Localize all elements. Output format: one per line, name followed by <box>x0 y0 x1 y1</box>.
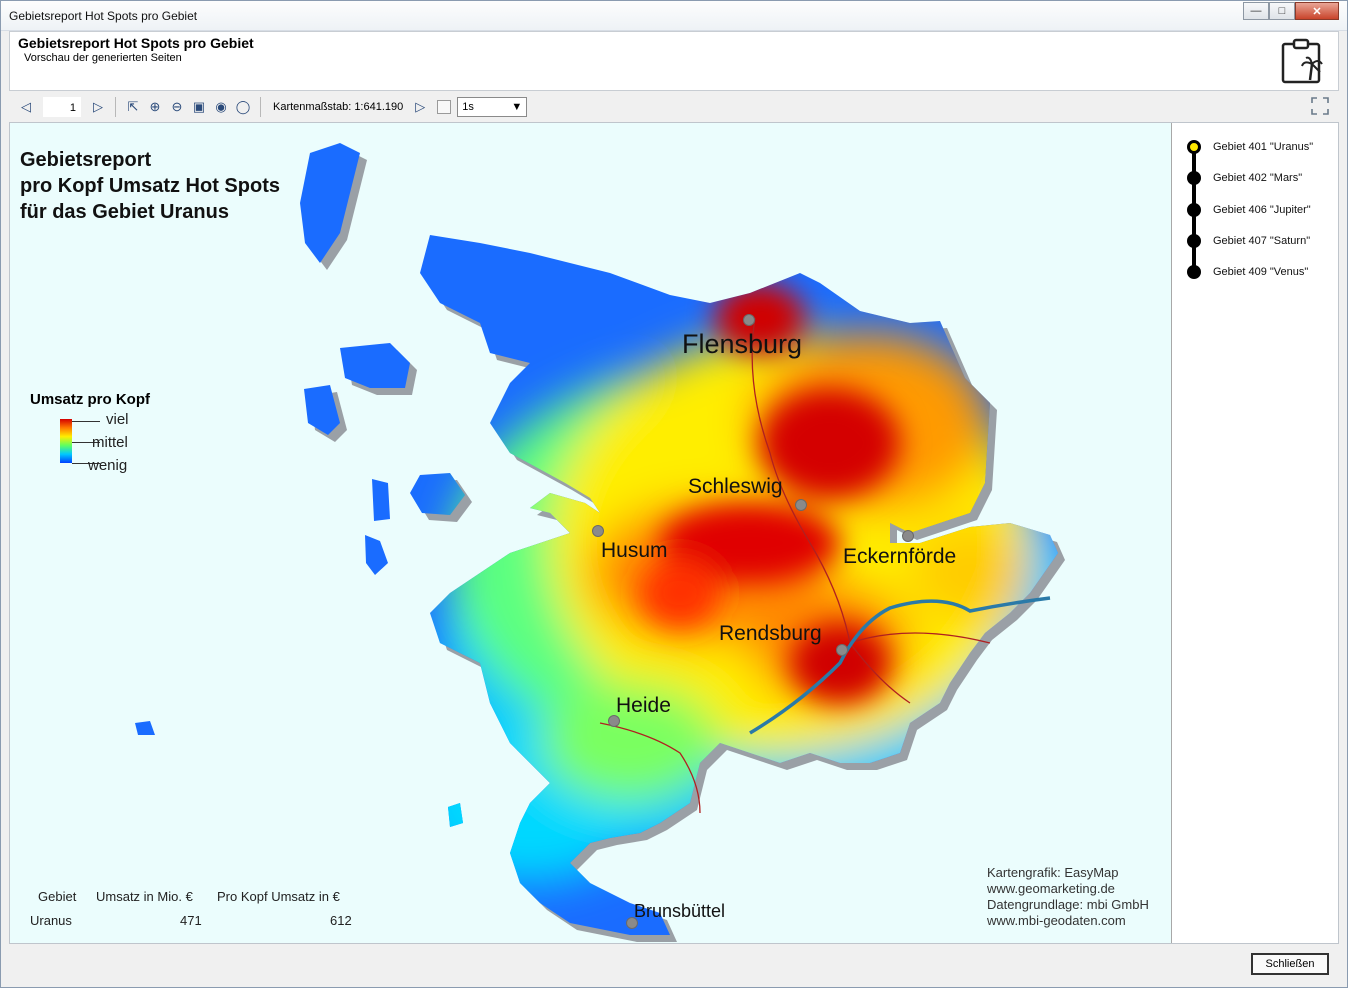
city-marker <box>743 314 755 326</box>
zoom-in-icon[interactable]: ⊕ <box>144 96 166 118</box>
timeline-bullet <box>1187 171 1201 185</box>
map-title: Gebietsreport pro Kopf Umsatz Hot Spots … <box>20 147 280 225</box>
timeline-bullet-active <box>1187 140 1201 154</box>
chevron-down-icon: ▼ <box>511 100 523 113</box>
fullscreen-icon[interactable] <box>1311 97 1329 115</box>
interval-select[interactable]: 1s ▼ <box>457 96 528 117</box>
header-title: Gebietsreport Hot Spots pro Gebiet <box>18 35 254 51</box>
hotspot-map: Gebietsreport pro Kopf Umsatz Hot Spots … <box>10 123 1172 943</box>
sidebar-item-jupiter[interactable]: Gebiet 406 "Jupiter" <box>1187 203 1311 217</box>
stats-cell-gebiet: Uranus <box>30 913 72 928</box>
city-marker <box>902 530 914 542</box>
center-icon[interactable]: ◉ <box>210 96 232 118</box>
credit-line: Kartengrafik: EasyMap <box>987 865 1119 880</box>
header-subtitle: Vorschau der generierten Seiten <box>24 52 182 64</box>
minimize-icon[interactable]: — <box>1243 2 1269 20</box>
city-marker <box>836 644 848 656</box>
city-label-schleswig: Schleswig <box>688 475 783 498</box>
title-bar: Gebietsreport Hot Spots pro Gebiet — □ ✕ <box>1 1 1347 31</box>
city-label-eckernfoerde: Eckernförde <box>843 545 957 568</box>
refresh-icon[interactable]: ◯ <box>232 96 254 118</box>
sidebar-item-mars[interactable]: Gebiet 402 "Mars" <box>1187 171 1302 185</box>
legend-tick <box>72 421 100 422</box>
legend-label-mid: mittel <box>92 434 128 451</box>
sidebar-item-label: Gebiet 402 "Mars" <box>1213 172 1303 184</box>
prev-page-icon[interactable]: ◁ <box>15 96 37 118</box>
city-label-flensburg: Flensburg <box>682 329 803 359</box>
legend-title: Umsatz pro Kopf <box>30 391 150 408</box>
map-scale-label: Kartenmaßstab: 1:641.190 <box>273 100 404 113</box>
report-header: Gebietsreport Hot Spots pro Gebiet Vorsc… <box>9 31 1339 91</box>
city-label-rendsburg: Rendsburg <box>719 622 822 645</box>
close-icon[interactable]: ✕ <box>1295 2 1339 20</box>
window-title: Gebietsreport Hot Spots pro Gebiet <box>9 9 198 23</box>
sidebar-item-venus[interactable]: Gebiet 409 "Venus" <box>1187 265 1308 279</box>
next-page-icon[interactable]: ▷ <box>87 96 109 118</box>
city-marker <box>795 499 807 511</box>
credit-line: www.mbi-geodaten.com <box>987 913 1126 928</box>
city-label-heide: Heide <box>616 694 671 717</box>
zoom-out-icon[interactable]: ⊖ <box>166 96 188 118</box>
stats-header-gebiet: Gebiet <box>38 889 77 904</box>
window-controls: — □ ✕ <box>1243 2 1339 20</box>
sidebar-item-saturn[interactable]: Gebiet 407 "Saturn" <box>1187 234 1310 248</box>
city-marker <box>592 525 604 537</box>
page-list-sidebar: Gebiet 401 "Uranus" Gebiet 402 "Mars" Ge… <box>1173 123 1338 943</box>
dialog-footer: Schließen <box>9 944 1339 984</box>
map-title-line: für das Gebiet Uranus <box>20 201 229 223</box>
page-number-input[interactable]: 1 <box>43 96 81 117</box>
legend-label-low: wenig <box>88 457 128 474</box>
credit-line: Datengrundlage: mbi GmbH <box>987 897 1149 912</box>
interval-value: 1s <box>462 100 474 113</box>
stats-header-prokopf: Pro Kopf Umsatz in € <box>217 889 340 904</box>
legend-label-high: viel <box>106 411 129 428</box>
city-label-husum: Husum <box>601 539 668 562</box>
preview-toolbar: ◁ 1 ▷ ⇱ ⊕ ⊖ ▣ ◉ ◯ Kartenmaßstab: 1:641.1… <box>9 91 1339 122</box>
stats-cell-prokopf: 612 <box>330 913 352 928</box>
sidebar-item-label: Gebiet 407 "Saturn" <box>1213 235 1311 247</box>
city-label-brunsbuettel: Brunsbüttel <box>634 901 726 921</box>
map-legend: Umsatz pro Kopf viel mittel wenig <box>30 391 150 474</box>
toolbar-divider <box>260 96 261 117</box>
toolbar-divider <box>115 96 116 117</box>
map-title-line: Gebietsreport <box>20 149 152 171</box>
stats-header-umsatz: Umsatz in Mio. € <box>96 889 193 904</box>
clipboard-palm-icon <box>1281 38 1323 84</box>
sidebar-item-label: Gebiet 406 "Jupiter" <box>1213 204 1311 216</box>
timeline-bullet <box>1187 265 1201 279</box>
timeline-bullet <box>1187 203 1201 217</box>
stats-cell-umsatz: 471 <box>180 913 202 928</box>
sidebar-item-label: Gebiet 409 "Venus" <box>1213 266 1309 278</box>
preview-content: Gebietsreport pro Kopf Umsatz Hot Spots … <box>9 122 1339 944</box>
zoom-extent-icon[interactable]: ▣ <box>188 96 210 118</box>
credit-line: www.geomarketing.de <box>987 881 1115 896</box>
maximize-icon[interactable]: □ <box>1269 2 1295 20</box>
timeline-bullet <box>1187 234 1201 248</box>
pan-icon[interactable]: ⇱ <box>122 96 144 118</box>
map-title-line: pro Kopf Umsatz Hot Spots <box>20 175 280 197</box>
report-window: Gebietsreport Hot Spots pro Gebiet — □ ✕… <box>0 0 1348 988</box>
map-graphic <box>135 143 1065 942</box>
sidebar-item-uranus[interactable]: Gebiet 401 "Uranus" <box>1187 140 1313 154</box>
map-credits: Kartengrafik: EasyMap www.geomarketing.d… <box>987 865 1149 929</box>
legend-color-bar <box>60 419 72 463</box>
sidebar-item-label: Gebiet 401 "Uranus" <box>1213 141 1314 153</box>
close-button[interactable]: Schließen <box>1251 953 1329 975</box>
autoplay-checkbox[interactable] <box>437 99 452 114</box>
play-icon[interactable]: ▷ <box>409 96 431 118</box>
